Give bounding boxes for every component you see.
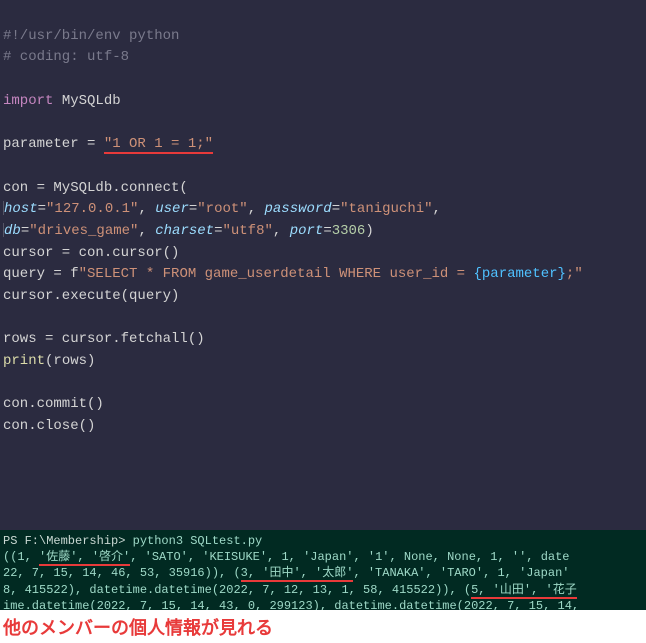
terminal-output: PS F:\Membership> python3 SQLtest.py ((1… [0,530,646,610]
out4: ime.datetime(2022, 7, 15, 14, 43, 0, 299… [3,599,579,610]
code-editor: #!/usr/bin/env python # coding: utf-8 im… [0,0,646,530]
port-key: port [290,223,324,239]
host-val: "127.0.0.1" [46,201,138,217]
db-val: "drives_game" [29,223,138,239]
coding-line: # coding: utf-8 [3,49,129,65]
query-d: ;" [566,266,583,282]
out2b: 3, '田中', '太郎' [241,566,354,582]
execute-line: cursor.execute(query) [3,288,179,304]
import-module: MySQLdb [53,93,120,109]
print-arg: (rows) [45,353,95,369]
connect-line: con = MySQLdb.connect( [3,180,188,196]
shebang-line: #!/usr/bin/env python [3,28,179,44]
query-a: query = f [3,266,79,282]
rows-line: rows = cursor.fetchall() [3,331,205,347]
out3b: 5, '山田', '花子 [471,583,577,599]
commit-line: con.commit() [3,396,104,412]
terminal-prompt: PS F:\Membership> [3,534,133,548]
terminal-command: python3 SQLtest.py [133,534,263,548]
out1a: ((1, [3,550,39,564]
db-key: db [4,223,21,239]
password-key: password [265,201,332,217]
out2c: , 'TANAKA', 'TARO', 1, 'Japan' [353,566,569,580]
charset-val: "utf8" [222,223,272,239]
import-keyword: import [3,93,53,109]
print-kw: print [3,353,45,369]
host-key: host [4,201,38,217]
cursor-line: cursor = con.cursor() [3,245,179,261]
password-val: "taniguchi" [340,201,432,217]
user-key: user [155,201,189,217]
parameter-value: "1 OR 1 = 1;" [104,136,213,154]
query-b: "SELECT * FROM game_userdetail WHERE use… [79,266,474,282]
parameter-var: parameter [3,136,87,152]
out1b: '佐藤', '啓介' [39,550,130,566]
user-val: "root" [197,201,247,217]
eq-op: = [87,136,104,152]
out3a: 8, 415522), datetime.datetime(2022, 7, 1… [3,583,471,597]
charset-key: charset [155,223,214,239]
port-val: 3306 [332,223,366,239]
query-c: {parameter} [474,266,566,282]
out1c: , 'SATO', 'KEISUKE', 1, 'Japan', '1', No… [130,550,569,564]
out2a: 22, 7, 15, 14, 46, 53, 35916)), ( [3,566,241,580]
caption-text: 他のメンバーの個人情報が見れる [0,610,646,643]
close-line: con.close() [3,418,95,434]
